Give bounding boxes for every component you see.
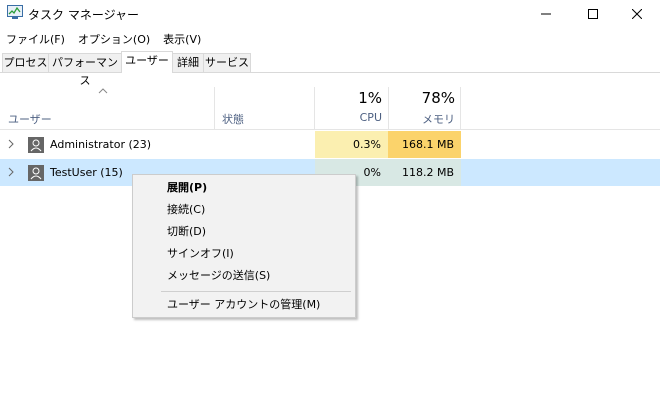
menu-item-expand[interactable]: 展開(P) <box>133 177 355 198</box>
close-icon <box>632 9 642 19</box>
column-separator[interactable] <box>314 87 315 129</box>
cpu-total-percent[interactable]: 1% <box>316 89 382 107</box>
chevron-right-icon[interactable] <box>8 167 14 177</box>
menu-item-connect[interactable]: 接続(C) <box>133 199 355 220</box>
column-separator[interactable] <box>460 87 461 129</box>
column-memory[interactable]: メモリ <box>388 111 455 127</box>
close-button[interactable] <box>614 0 660 28</box>
table-row[interactable]: Administrator (23) 0.3% 168.1 MB <box>0 131 660 158</box>
menu-item-disconnect[interactable]: 切断(D) <box>133 221 355 242</box>
menu-item-sign-off[interactable]: サインオフ(I) <box>133 243 355 264</box>
chevron-right-icon[interactable] <box>8 139 14 149</box>
user-name: TestUser (15) <box>50 166 123 179</box>
column-status[interactable]: 状態 <box>222 111 244 127</box>
title-bar: タスク マネージャー <box>0 0 660 28</box>
task-manager-icon <box>7 5 23 19</box>
column-separator[interactable] <box>214 87 215 129</box>
memory-cell: 168.1 MB <box>388 131 461 158</box>
menu-separator <box>161 291 351 292</box>
column-cpu[interactable]: CPU <box>316 111 382 124</box>
user-avatar-icon <box>28 137 44 153</box>
user-name: Administrator (23) <box>50 138 152 151</box>
column-header: ユーザー 状態 1% CPU 78% メモリ <box>0 87 660 129</box>
maximize-button[interactable] <box>570 0 616 28</box>
minimize-icon <box>541 13 551 15</box>
tab-services[interactable]: サービス <box>203 53 251 72</box>
tab-users[interactable]: ユーザー <box>121 51 173 73</box>
sort-ascending-icon <box>98 88 108 94</box>
memory-cell: 118.2 MB <box>388 159 461 186</box>
menu-view[interactable]: 表示(V) <box>157 29 208 47</box>
minimize-button[interactable] <box>523 0 569 28</box>
tab-strip: プロセス パフォーマンス ユーザー 詳細 サービス <box>0 51 660 87</box>
column-user[interactable]: ユーザー <box>8 111 52 127</box>
menu-bar: ファイル(F) オプション(O) 表示(V) <box>0 29 208 47</box>
tab-processes[interactable]: プロセス <box>2 53 49 72</box>
cpu-cell: 0.3% <box>315 131 388 158</box>
menu-item-send-message[interactable]: メッセージの送信(S) <box>133 265 355 286</box>
tab-performance[interactable]: パフォーマンス <box>48 53 122 87</box>
user-avatar-icon <box>28 165 44 181</box>
window-title: タスク マネージャー <box>28 8 139 22</box>
menu-item-manage-accounts[interactable]: ユーザー アカウントの管理(M) <box>133 294 355 315</box>
tab-details[interactable]: 詳細 <box>172 53 204 72</box>
context-menu: 展開(P) 接続(C) 切断(D) サインオフ(I) メッセージの送信(S) ユ… <box>132 174 356 318</box>
menu-file[interactable]: ファイル(F) <box>0 29 72 47</box>
header-divider <box>0 129 660 130</box>
maximize-icon <box>588 9 598 19</box>
menu-options[interactable]: オプション(O) <box>72 29 157 47</box>
memory-total-percent[interactable]: 78% <box>388 89 455 107</box>
